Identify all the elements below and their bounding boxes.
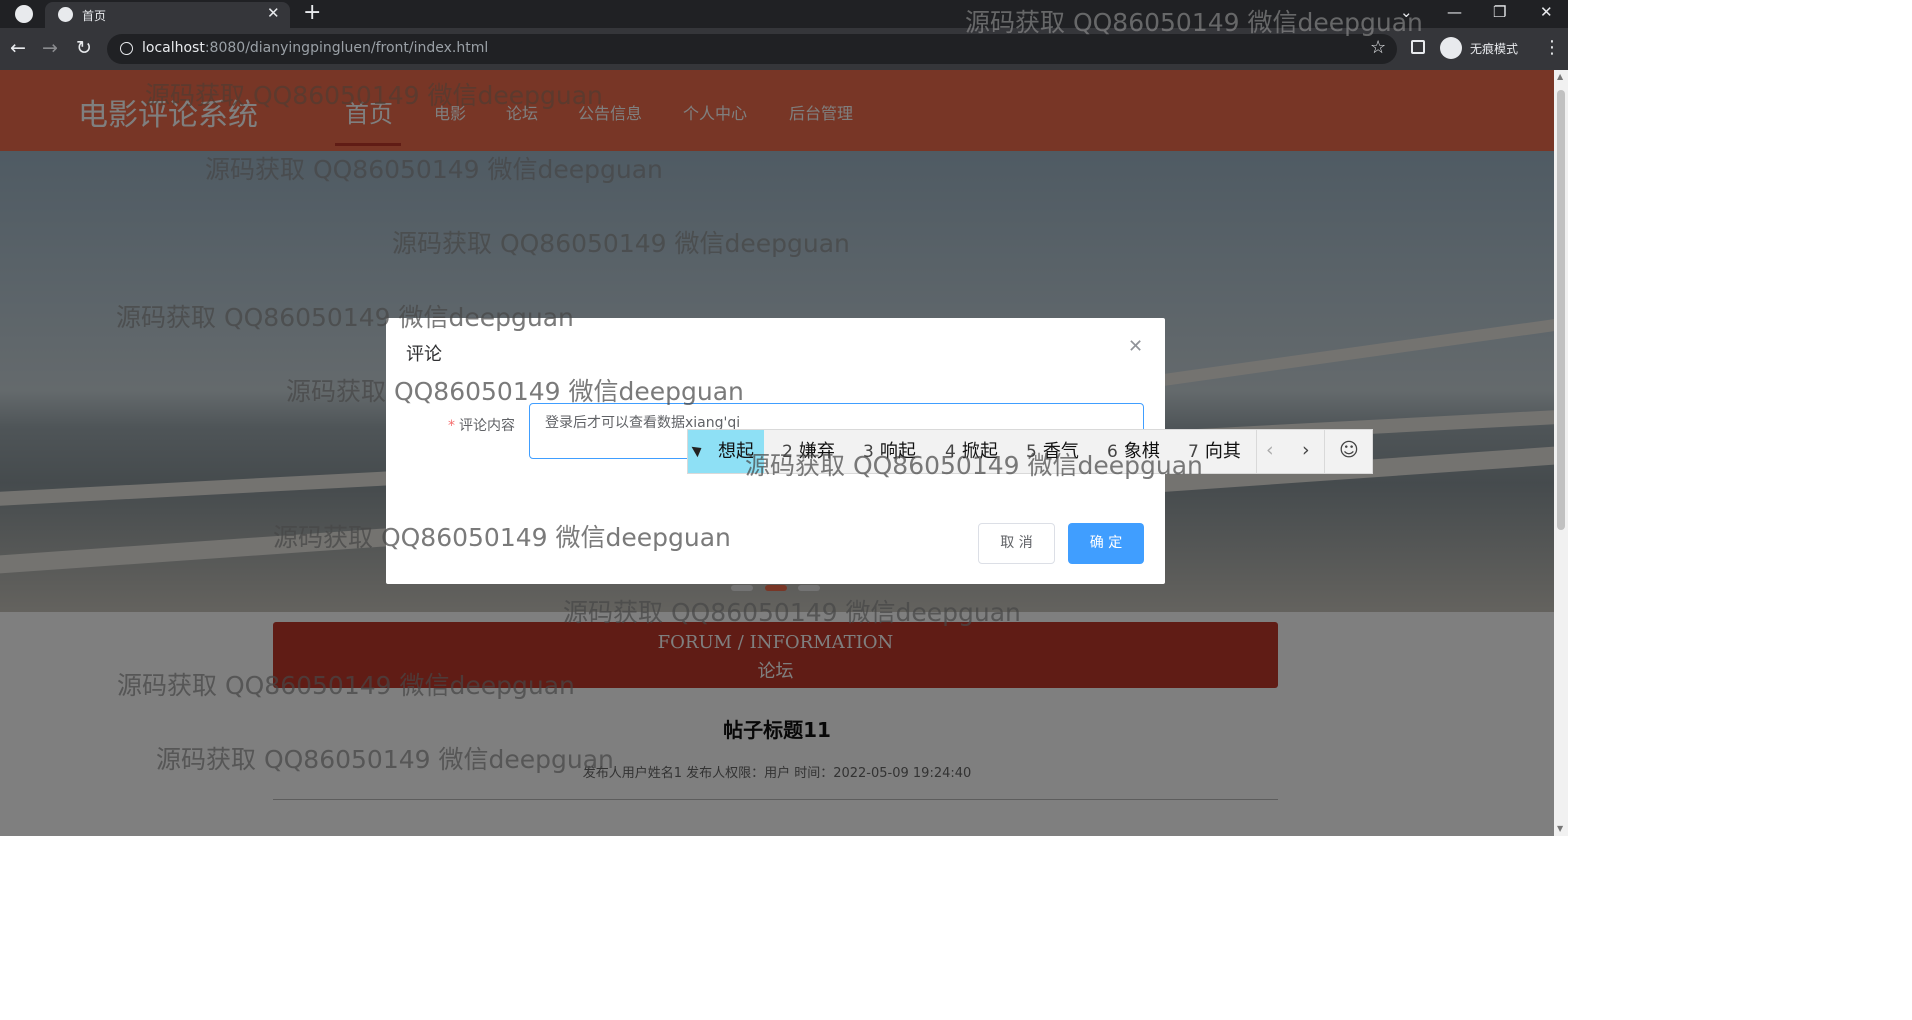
reload-icon[interactable]: ↻: [76, 37, 92, 59]
comment-field-label: * 评论内容: [448, 415, 515, 435]
ime-candidate-text: 向其: [1204, 441, 1241, 462]
url-path: :8080/dianyingpingluen/front/index.html: [204, 40, 489, 56]
star-icon[interactable]: ☆: [1370, 37, 1386, 58]
close-icon[interactable]: ✕: [1128, 336, 1143, 357]
chevron-down-icon[interactable]: ⌄: [1400, 0, 1413, 26]
comment-field-label-text: 评论内容: [459, 418, 515, 434]
browser-toolbar: ← → ↻ localhost:8080/dianyingpingluen/fr…: [0, 28, 1568, 70]
ime-candidate[interactable]: 3 响起: [863, 430, 916, 473]
ime-candidate-number: 4: [945, 442, 956, 462]
ime-candidate-number: 3: [863, 442, 874, 462]
dialog-title: 评论: [406, 344, 442, 365]
ime-candidate[interactable]: 想起: [688, 430, 764, 473]
ime-candidate-number: 5: [1026, 442, 1037, 462]
minimize-icon[interactable]: —: [1447, 0, 1462, 26]
incognito-icon[interactable]: [1440, 37, 1462, 59]
info-icon[interactable]: [120, 42, 133, 55]
incognito-label[interactable]: 无痕模式: [1470, 40, 1518, 57]
ime-candidate-text: 掀起: [961, 441, 998, 462]
ime-candidate-text: 香气: [1042, 441, 1079, 462]
new-tab-icon[interactable]: +: [303, 0, 321, 26]
browser-tab-strip: 首页 ✕ + ⌄ — ❐ ✕: [0, 0, 1568, 28]
ime-candidate-number: 2: [782, 442, 793, 462]
restore-icon[interactable]: ❐: [1493, 0, 1506, 26]
ime-candidate-number: 6: [1107, 442, 1118, 462]
tab-title: 首页: [82, 9, 107, 23]
cancel-button[interactable]: 取 消: [978, 523, 1055, 564]
close-tab-icon[interactable]: ✕: [267, 4, 280, 22]
ime-candidate-text: 嫌弃: [798, 441, 835, 462]
ime-candidate[interactable]: 7 向其: [1188, 430, 1241, 473]
url-text[interactable]: localhost:8080/dianyingpingluen/front/in…: [142, 40, 488, 56]
ime-candidate-number: 7: [1188, 442, 1199, 462]
ime-candidate[interactable]: 6 象棋: [1107, 430, 1160, 473]
ime-candidate-text: 象棋: [1123, 441, 1160, 462]
scroll-down-icon[interactable]: ▼: [1557, 824, 1563, 833]
browser-tab[interactable]: 首页 ✕: [45, 2, 290, 28]
address-bar[interactable]: localhost:8080/dianyingpingluen/front/in…: [107, 34, 1397, 64]
scroll-up-icon[interactable]: ▲: [1557, 72, 1563, 81]
divider: [1256, 430, 1257, 473]
confirm-button[interactable]: 确 定: [1068, 523, 1144, 564]
favicon-globe-icon: [58, 7, 73, 22]
ime-candidate-text: 响起: [879, 441, 916, 462]
back-icon[interactable]: ←: [10, 37, 26, 59]
required-mark: *: [448, 418, 455, 434]
ime-next-page-icon[interactable]: ›: [1302, 439, 1310, 461]
mouse-cursor-icon: [691, 442, 705, 458]
scrollbar-thumb[interactable]: [1557, 90, 1565, 530]
ime-candidate-text: 想起: [718, 441, 754, 462]
globe-icon[interactable]: [15, 5, 33, 23]
extension-icon[interactable]: [1411, 40, 1425, 54]
ime-candidate[interactable]: 2 嫌弃: [782, 430, 835, 473]
divider: [1324, 430, 1325, 473]
ime-candidate-bar: 想起 2 嫌弃 3 响起 4 掀起 5 香气 6 象棋 7 向其 ‹ › ☺: [687, 429, 1373, 474]
ime-candidate[interactable]: 4 掀起: [945, 430, 998, 473]
ime-candidate[interactable]: 5 香气: [1026, 430, 1079, 473]
close-window-icon[interactable]: ✕: [1540, 0, 1553, 26]
more-vertical-icon[interactable]: ⋮: [1543, 37, 1561, 58]
emoji-icon[interactable]: ☺: [1339, 439, 1359, 461]
ime-prev-page-icon[interactable]: ‹: [1266, 439, 1274, 461]
url-host: localhost: [142, 40, 205, 56]
forward-icon[interactable]: →: [42, 37, 58, 59]
